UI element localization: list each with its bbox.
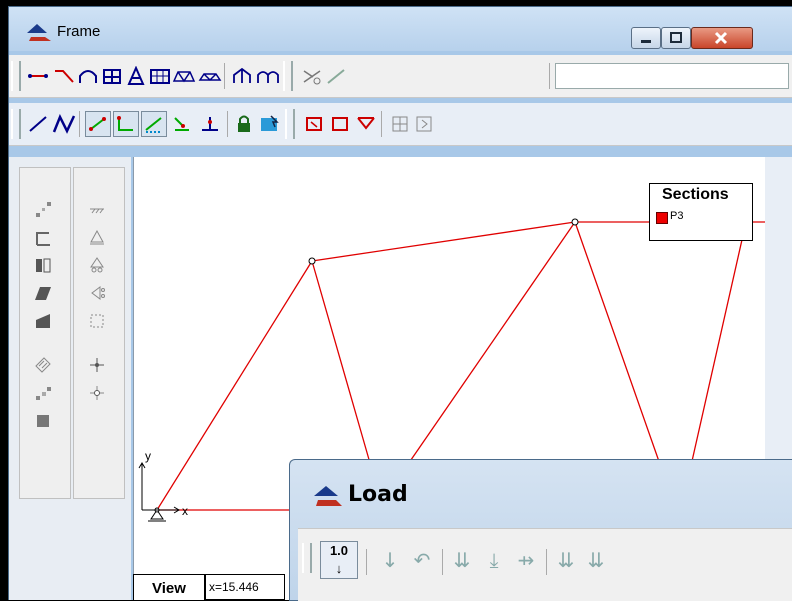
legend-swatch (656, 212, 668, 224)
frame-grid-icon[interactable] (99, 63, 125, 89)
down-arrow-icon: ↓ (335, 561, 343, 576)
stairs-icon[interactable] (32, 382, 54, 404)
minimize-button[interactable] (631, 27, 661, 49)
x-axis-label: x (182, 504, 188, 518)
member (311, 221, 576, 262)
minimize-icon (641, 40, 651, 43)
toolbar-separator (366, 549, 367, 575)
axis-indicator (138, 462, 180, 514)
scissors-icon[interactable] (299, 63, 325, 89)
toolbar-separator (546, 549, 547, 575)
perpendicular-snap-icon[interactable] (197, 111, 223, 137)
member (403, 221, 576, 471)
toolbar-grip[interactable] (285, 109, 295, 139)
dashed-box-icon[interactable] (86, 310, 108, 332)
load-window: Load 1.0 ↓ ↓ ↶ ⇊ ⤓ ⇸ ⇊ ⇊ (289, 459, 792, 601)
multi-frame-icon[interactable] (147, 63, 173, 89)
view-tab[interactable]: View (133, 574, 205, 600)
select-rect-icon[interactable] (327, 111, 353, 137)
distributed-load-icon[interactable]: ⇊ (450, 547, 474, 573)
slope-icon[interactable] (32, 310, 54, 332)
inclined-beam-icon[interactable] (51, 63, 77, 89)
load-app-icon (314, 486, 342, 506)
midpoint-snap-icon[interactable] (141, 111, 167, 137)
diagonal-nodes-icon[interactable] (32, 198, 54, 220)
beam-icon[interactable] (25, 63, 51, 89)
joint (308, 257, 316, 265)
roller-support-icon[interactable] (86, 254, 108, 276)
restore-icon (670, 32, 682, 43)
load-step-value: 1.0 (329, 543, 349, 558)
side-roller-icon[interactable] (86, 282, 108, 304)
element-tools (19, 167, 71, 499)
toolbar-separator (381, 111, 382, 137)
grid-snap-icon[interactable] (113, 111, 139, 137)
load-step-button[interactable]: 1.0 ↓ (320, 541, 358, 579)
arch-icon[interactable] (75, 63, 101, 89)
multi-arch-icon[interactable] (255, 63, 281, 89)
intersection-snap-icon[interactable] (169, 111, 195, 137)
toolbar-grip[interactable] (302, 543, 312, 573)
node-snap-icon[interactable] (85, 111, 111, 137)
member (689, 221, 747, 471)
section-dropdown[interactable] (555, 63, 789, 89)
sections-legend: Sections P3 (649, 183, 753, 241)
flat-truss-icon[interactable] (197, 63, 223, 89)
moment-load-icon[interactable]: ↶ (410, 547, 434, 573)
toolbar-separator (224, 63, 225, 89)
mirror-icon[interactable] (32, 254, 54, 276)
joint (571, 218, 579, 226)
frame-titlebar[interactable]: Frame (9, 7, 792, 51)
member (574, 221, 663, 471)
next-icon[interactable] (411, 111, 437, 137)
polyline-icon[interactable] (51, 111, 77, 137)
rotate-member-icon[interactable] (32, 226, 54, 248)
member-load-icon[interactable]: ⤓ (482, 547, 506, 573)
frame-app-icon (27, 24, 51, 41)
temperature-load-icon[interactable]: ⇊ (554, 547, 578, 573)
lock-icon[interactable] (231, 111, 257, 137)
legend-title: Sections (662, 186, 729, 203)
fixed-support-icon[interactable] (86, 198, 108, 220)
tool-panel (9, 157, 131, 600)
toolbar-grip[interactable] (11, 109, 21, 139)
table-icon[interactable] (387, 111, 413, 137)
frame-title: Frame (57, 23, 101, 40)
toolbar-separator (227, 111, 228, 137)
tower-icon[interactable] (123, 63, 149, 89)
pin-support-icon[interactable] (86, 226, 108, 248)
select-inside-icon[interactable] (301, 111, 327, 137)
legend-item-label: P3 (670, 210, 684, 222)
structure-toolbar (9, 55, 792, 98)
load-toolbar: 1.0 ↓ ↓ ↶ ⇊ ⤓ ⇸ ⇊ ⇊ (298, 528, 792, 601)
hatched-icon[interactable] (32, 354, 54, 376)
member (311, 260, 373, 471)
settlement-load-icon[interactable]: ⇊ (584, 547, 608, 573)
toolbar-grip[interactable] (283, 61, 293, 91)
maximize-button[interactable] (661, 27, 691, 49)
coordinate-readout: x=15.446 (205, 574, 285, 600)
axial-load-icon[interactable]: ⇸ (514, 547, 538, 573)
close-icon (714, 31, 728, 45)
diagonal-line-icon[interactable] (323, 63, 349, 89)
load-title: Load (348, 482, 408, 507)
cursor-icon[interactable] (257, 111, 283, 137)
toolbar-separator (442, 549, 443, 575)
y-axis-label: y (145, 449, 151, 463)
truss-icon[interactable] (171, 63, 197, 89)
draw-line-icon[interactable] (25, 111, 51, 137)
draw-toolbar (9, 103, 792, 146)
gable-frame-icon[interactable] (229, 63, 255, 89)
point-load-icon[interactable]: ↓ (378, 547, 402, 573)
hinge-node-icon[interactable] (86, 382, 108, 404)
toolbar-separator (549, 63, 550, 89)
close-button[interactable] (691, 27, 753, 49)
node-icon[interactable] (86, 354, 108, 376)
shear-icon[interactable] (32, 282, 54, 304)
toolbar-grip[interactable] (11, 61, 21, 91)
select-node-icon[interactable] (353, 111, 379, 137)
support-tools (73, 167, 125, 499)
block-icon[interactable] (32, 410, 54, 432)
toolbar-separator (79, 111, 80, 137)
